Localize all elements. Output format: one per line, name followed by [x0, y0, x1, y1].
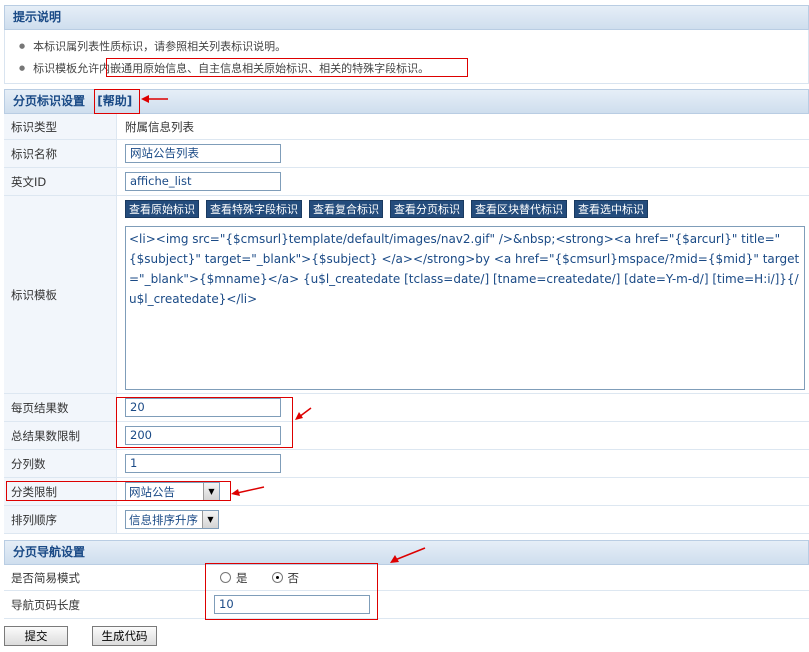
name-label: 标识名称: [4, 140, 117, 167]
chevron-down-icon[interactable]: ▼: [203, 483, 219, 500]
view-original-tags-button[interactable]: 查看原始标识: [125, 200, 199, 218]
radio-yes[interactable]: [220, 572, 231, 583]
radio-no[interactable]: [271, 572, 283, 583]
view-selected-tags-button[interactable]: 查看选中标识: [574, 200, 648, 218]
type-label: 标识类型: [4, 114, 117, 139]
view-paging-tags-button[interactable]: 查看分页标识: [390, 200, 464, 218]
row-per-page: 每页结果数 20: [4, 394, 809, 422]
row-columns: 分列数 1: [4, 450, 809, 478]
columns-input[interactable]: 1: [125, 454, 281, 473]
row-nav-length: 导航页码长度 10: [4, 591, 809, 619]
nav-length-input[interactable]: 10: [214, 595, 370, 614]
row-template: 标识模板 查看原始标识 查看特殊字段标识 查看复合标识 查看分页标识 查看区块替代标识查…: [4, 196, 809, 394]
generate-code-button[interactable]: 生成代码: [92, 626, 157, 646]
row-name: 标识名称 网站公告列表: [4, 140, 809, 168]
columns-label: 分列数: [4, 450, 117, 477]
category-label: 分类限制: [4, 478, 117, 505]
template-toolbar: 查看原始标识 查看特殊字段标识 查看复合标识 查看分页标识 查看区块替代标识 查看选中标识: [125, 200, 655, 218]
row-order: 排列顺序 信息排序升序 ▼: [4, 506, 809, 534]
template-label: 标识模板: [4, 196, 117, 393]
tip-item: 本标识属列表性质标识，请参照相关列表标识说明。: [19, 36, 808, 58]
template-textarea[interactable]: <li><img src="{$cmsurl}template/default/…: [125, 226, 805, 390]
view-special-field-tags-button[interactable]: 查看特殊字段标识: [206, 200, 302, 218]
en-id-input[interactable]: affiche_list: [125, 172, 281, 191]
row-category: 分类限制 网站公告 ▼: [4, 478, 809, 506]
row-simple-mode: 是否简易模式 是 否: [4, 565, 809, 591]
simple-mode-label: 是否简易模式: [4, 565, 214, 590]
chevron-down-icon[interactable]: ▼: [202, 511, 218, 528]
tip-item: 标识模板允许内嵌通用原始信息、自主信息相关原始标识、相关的特殊字段标识。: [19, 58, 808, 80]
per-page-label: 每页结果数: [4, 394, 117, 421]
tips-title: 提示说明: [13, 10, 62, 24]
per-page-input[interactable]: 20: [125, 398, 281, 417]
radio-no-label: 否: [287, 570, 300, 585]
nav-header: 分页导航设置: [4, 540, 809, 565]
type-value: 附属信息列表: [125, 119, 194, 134]
help-link[interactable]: [帮助]: [97, 94, 132, 108]
category-select[interactable]: 网站公告 ▼: [125, 482, 220, 501]
view-compound-tags-button[interactable]: 查看复合标识: [309, 200, 383, 218]
tips-header: 提示说明: [4, 5, 809, 30]
en-id-label: 英文ID: [4, 168, 117, 195]
order-select[interactable]: 信息排序升序 ▼: [125, 510, 219, 529]
row-total-limit: 总结果数限制 200: [4, 422, 809, 450]
nav-title: 分页导航设置: [13, 545, 86, 559]
row-type: 标识类型 附属信息列表: [4, 114, 809, 140]
order-selected-value: 信息排序升序: [129, 512, 198, 527]
category-selected-value: 网站公告: [129, 484, 175, 499]
name-input[interactable]: 网站公告列表: [125, 144, 281, 163]
radio-yes-label: 是: [236, 570, 248, 585]
tips-panel: 本标识属列表性质标识，请参照相关列表标识说明。 标识模板允许内嵌通用原始信息、自…: [4, 30, 809, 84]
view-block-replace-tags-button[interactable]: 查看区块替代标识: [471, 200, 567, 218]
tips-list: 本标识属列表性质标识，请参照相关列表标识说明。 标识模板允许内嵌通用原始信息、自…: [5, 30, 808, 80]
total-limit-input[interactable]: 200: [125, 426, 281, 445]
settings-header: 分页标识设置 [帮助]: [4, 89, 809, 114]
settings-title: 分页标识设置: [13, 94, 86, 108]
row-en-id: 英文ID affiche_list: [4, 168, 809, 196]
total-limit-label: 总结果数限制: [4, 422, 117, 449]
nav-length-label: 导航页码长度: [4, 591, 214, 618]
submit-button[interactable]: 提交: [4, 626, 68, 646]
order-label: 排列顺序: [4, 506, 117, 533]
